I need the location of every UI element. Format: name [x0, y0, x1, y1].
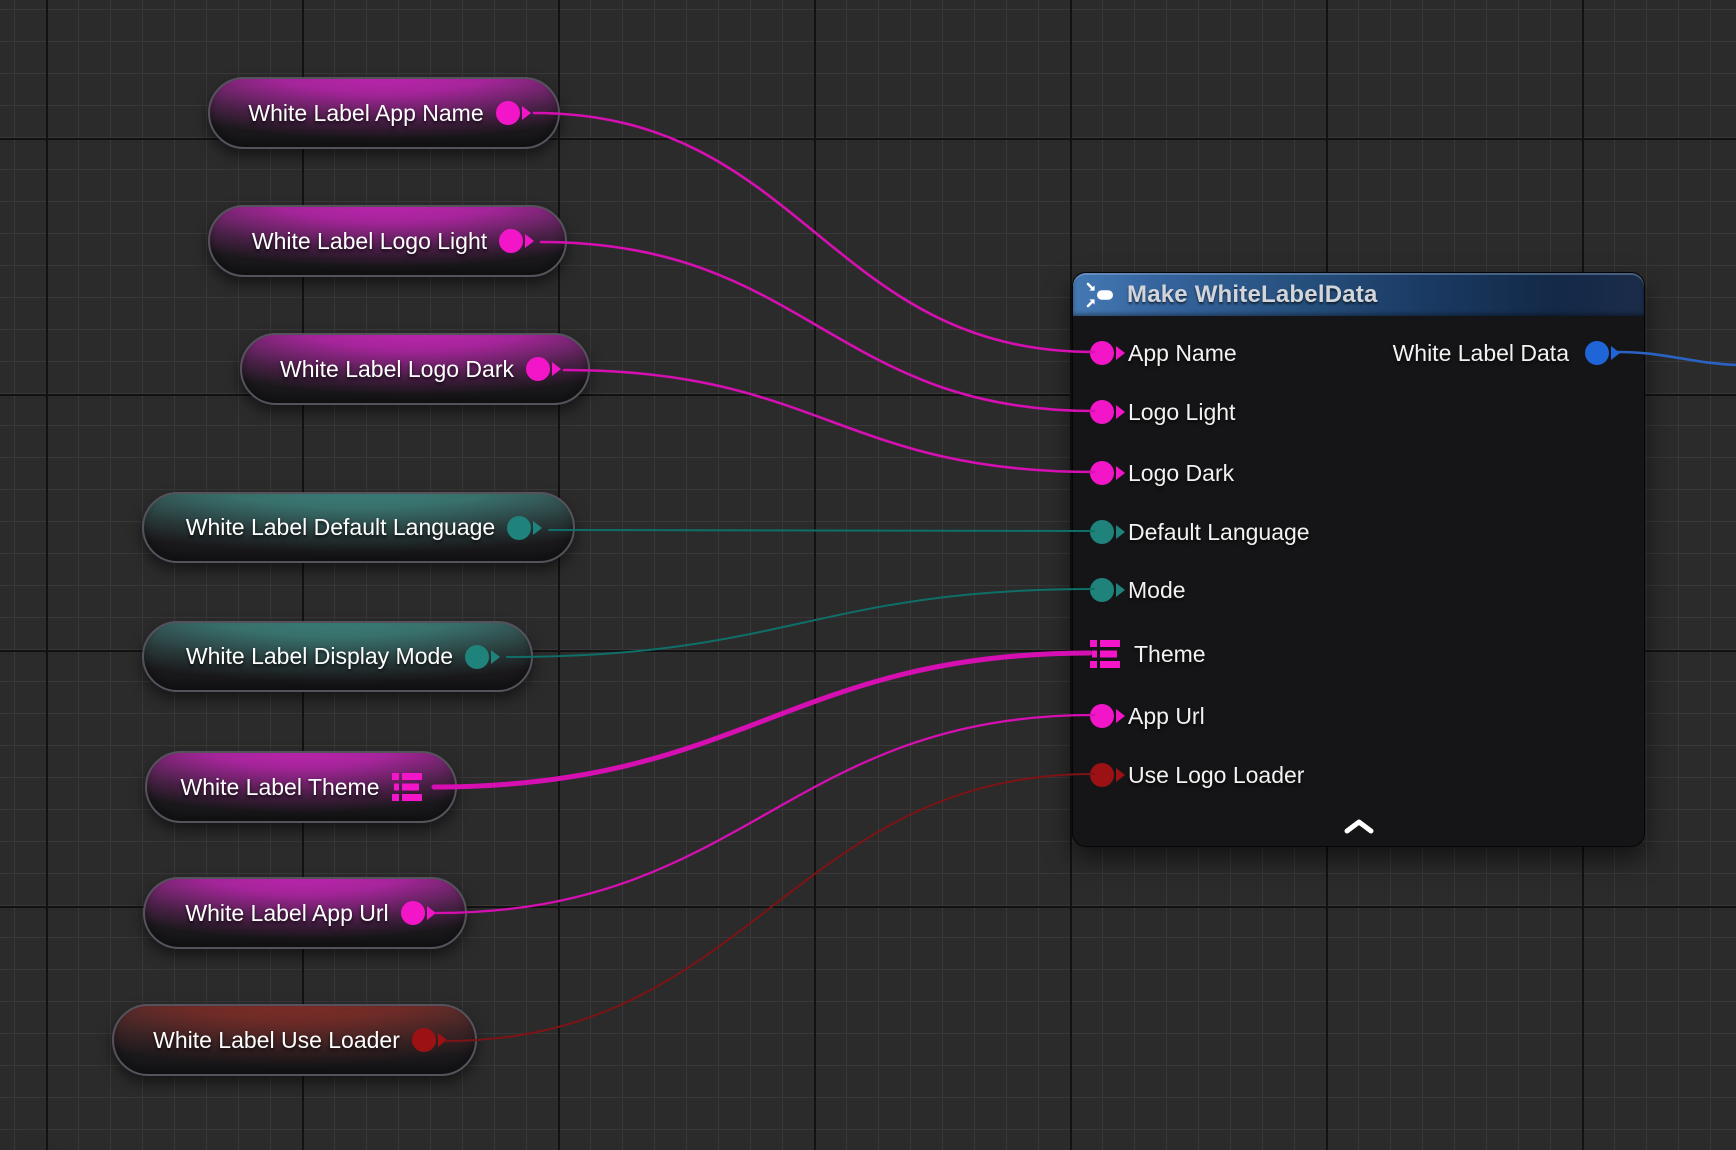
wire-theme[interactable] [434, 653, 1090, 787]
pin-label: Use Logo Loader [1128, 762, 1304, 789]
string-pin[interactable] [499, 229, 523, 253]
variable-label: White Label Logo Dark [280, 356, 514, 383]
pin-label: Logo Light [1128, 399, 1235, 426]
wire-app-name[interactable] [534, 113, 1094, 352]
pin-label: Default Language [1128, 519, 1310, 546]
input-pin-mode[interactable] [1090, 578, 1114, 602]
wire-use-loader[interactable] [445, 774, 1094, 1041]
string-pin[interactable] [496, 101, 520, 125]
boolean-pin[interactable] [412, 1028, 436, 1052]
input-pin-app-url[interactable] [1090, 704, 1114, 728]
enum-pin[interactable] [507, 516, 531, 540]
wire-app-url[interactable] [436, 715, 1094, 913]
variable-node-white-label-use-loader[interactable]: White Label Use Loader [112, 1004, 477, 1076]
variable-label: White Label Use Loader [153, 1027, 400, 1054]
pin-label: Logo Dark [1128, 460, 1234, 487]
input-pin-use-logo-loader[interactable] [1090, 763, 1114, 787]
string-pin[interactable] [401, 901, 425, 925]
variable-node-white-label-app-url[interactable]: White Label App Url [143, 877, 467, 949]
wire-default-language[interactable] [549, 530, 1094, 531]
variable-label: White Label Display Mode [186, 643, 453, 670]
wire-display-mode[interactable] [507, 589, 1094, 657]
wire-logo-dark[interactable] [564, 370, 1094, 472]
enum-pin[interactable] [465, 645, 489, 669]
variable-node-white-label-logo-light[interactable]: White Label Logo Light [208, 205, 567, 277]
blueprint-graph-canvas[interactable]: White Label App Name White Label Logo Li… [0, 0, 1736, 1150]
variable-label: White Label App Url [185, 900, 388, 927]
input-pin-logo-dark[interactable] [1090, 461, 1114, 485]
variable-node-white-label-logo-dark[interactable]: White Label Logo Dark [240, 333, 590, 405]
node-header[interactable]: Make WhiteLabelData [1073, 273, 1644, 316]
struct-pin-icon[interactable] [392, 773, 422, 801]
variable-node-white-label-theme[interactable]: White Label Theme [145, 751, 457, 823]
variable-label: White Label Theme [180, 774, 379, 801]
node-title: Make WhiteLabelData [1127, 281, 1378, 309]
input-pin-default-language[interactable] [1090, 520, 1114, 544]
output-pin-white-label-data[interactable] [1585, 341, 1609, 365]
variable-node-white-label-display-mode[interactable]: White Label Display Mode [142, 621, 533, 692]
make-struct-icon [1086, 282, 1116, 308]
collapse-node-button[interactable] [1337, 814, 1381, 840]
chevron-up-icon [1342, 818, 1376, 836]
variable-label: White Label Default Language [186, 514, 495, 541]
wire-logo-light[interactable] [541, 242, 1094, 411]
string-pin[interactable] [526, 357, 550, 381]
input-pin-logo-light[interactable] [1090, 400, 1114, 424]
variable-node-white-label-app-name[interactable]: White Label App Name [208, 77, 560, 149]
pin-label: Mode [1128, 577, 1186, 604]
variable-node-white-label-default-language[interactable]: White Label Default Language [142, 492, 575, 563]
pin-label: White Label Data [1393, 340, 1569, 367]
variable-label: White Label Logo Light [252, 228, 487, 255]
pin-label: Theme [1134, 641, 1206, 668]
make-whitelabeldata-node[interactable]: Make WhiteLabelData App Name Logo Light … [1072, 272, 1645, 847]
pin-label: App Url [1128, 703, 1205, 730]
variable-label: White Label App Name [248, 100, 483, 127]
input-pin-theme-struct-icon[interactable] [1090, 640, 1120, 668]
